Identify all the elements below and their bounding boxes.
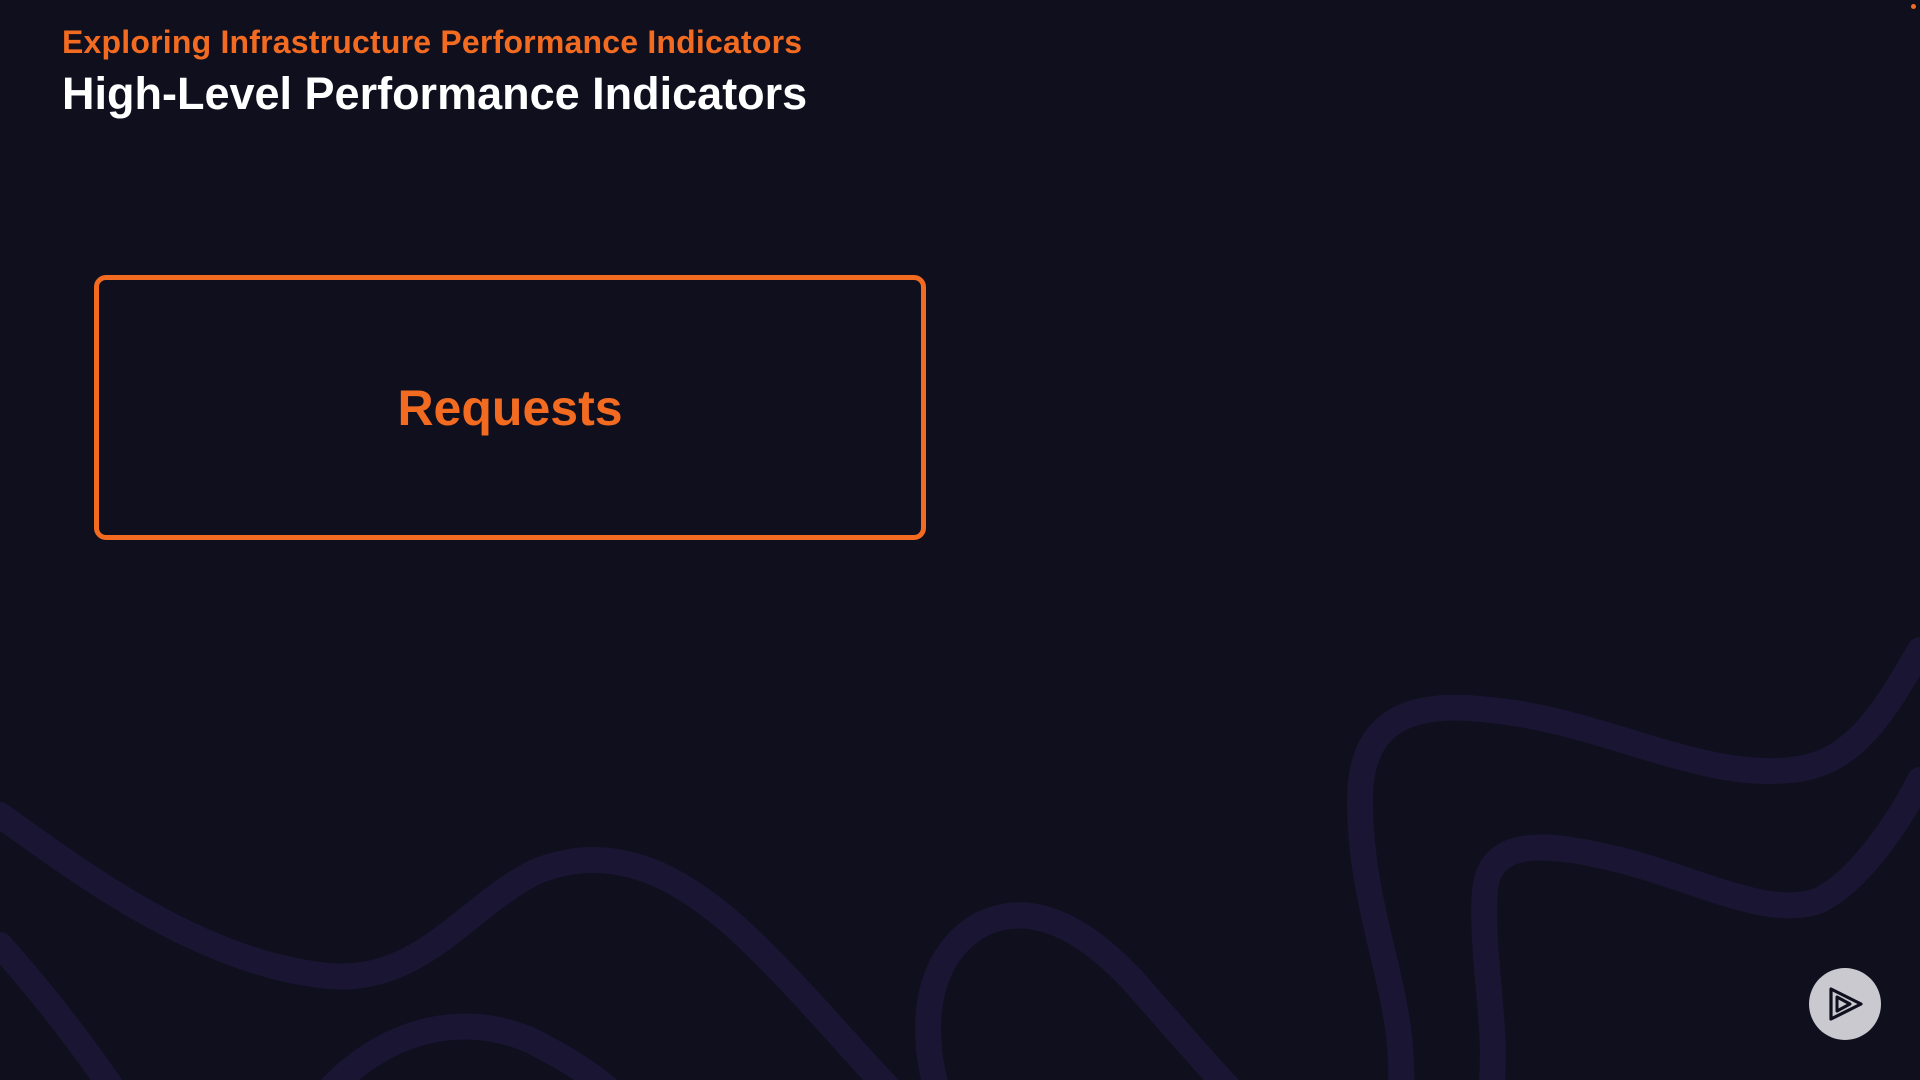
play-triangle-icon <box>1829 987 1863 1021</box>
slide: Exploring Infrastructure Performance Ind… <box>0 0 1920 1080</box>
play-logo-icon <box>1809 968 1881 1040</box>
background-waves <box>0 637 1920 1080</box>
slide-title: High-Level Performance Indicators <box>62 68 808 119</box>
requests-card: Requests <box>94 275 926 540</box>
card-label: Requests <box>397 379 623 436</box>
section-subtitle: Exploring Infrastructure Performance Ind… <box>62 24 803 60</box>
corner-indicator-dot <box>1911 4 1916 9</box>
